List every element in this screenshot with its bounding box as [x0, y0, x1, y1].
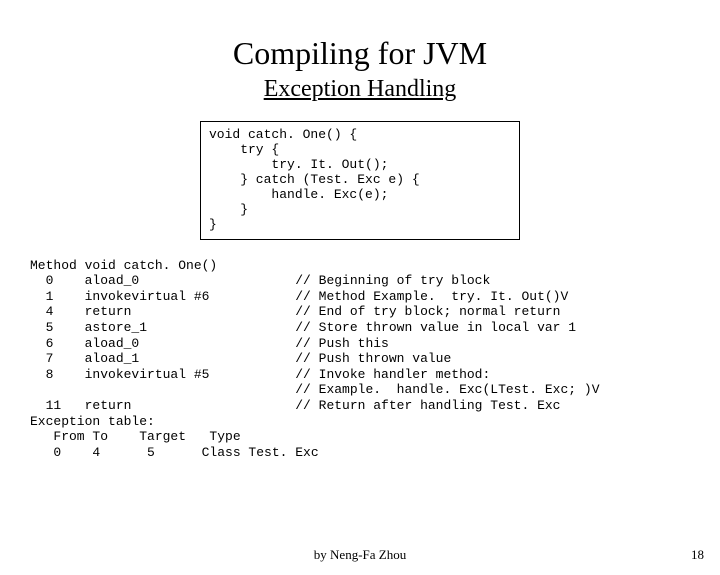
page-title: Compiling for JVM — [0, 35, 720, 72]
bytecode-listing: Method void catch. One() 0 aload_0 // Be… — [30, 258, 720, 461]
page-subtitle: Exception Handling — [0, 76, 720, 103]
source-code-box: void catch. One() { try { try. It. Out()… — [200, 121, 520, 240]
footer-author: by Neng-Fa Zhou — [0, 547, 720, 563]
page-number: 18 — [691, 547, 704, 563]
